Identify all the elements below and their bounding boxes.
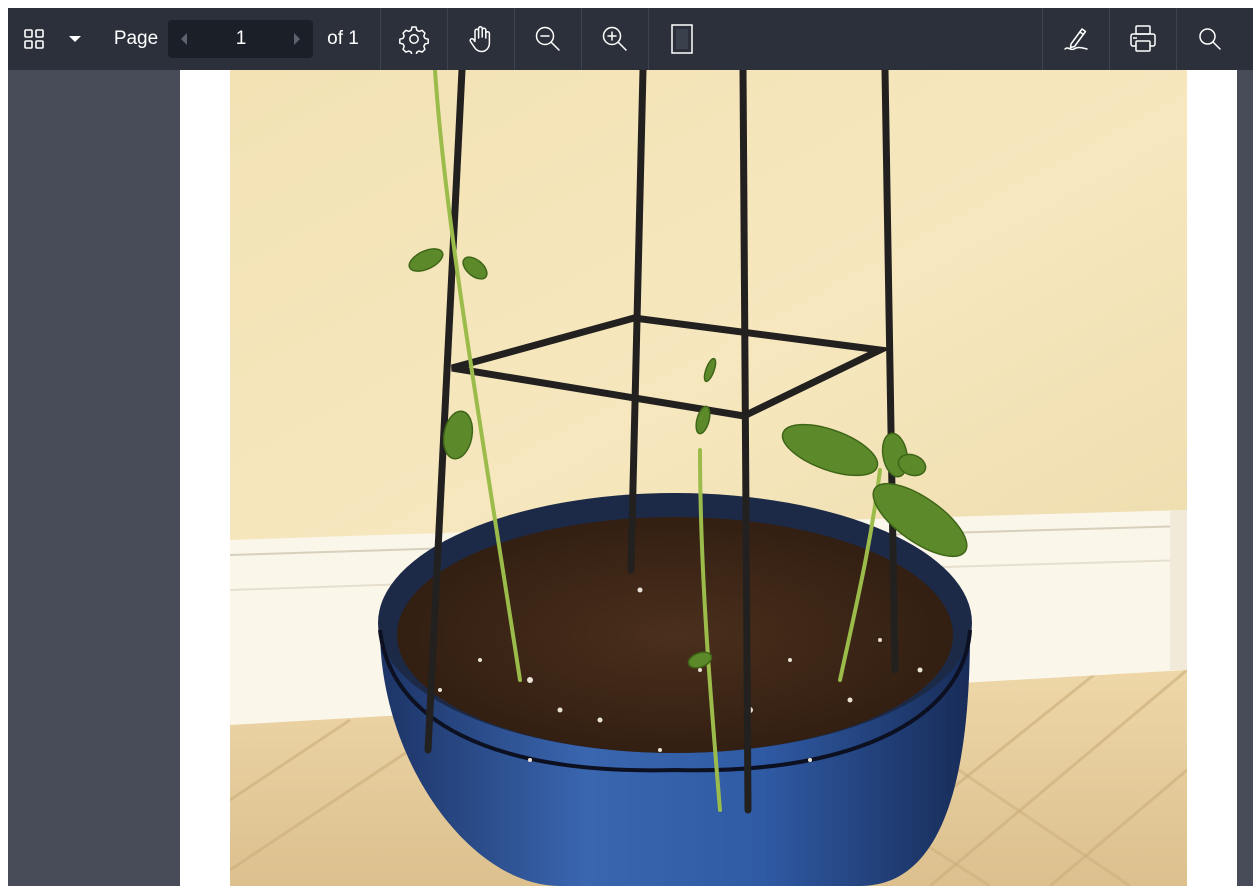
fit-page-icon xyxy=(667,23,697,55)
view-mode-dropdown-button[interactable] xyxy=(62,8,88,70)
page-number-input[interactable] xyxy=(208,24,274,54)
document-photo xyxy=(230,70,1187,886)
thumbnails-grid-button[interactable] xyxy=(14,8,54,70)
prev-page-icon xyxy=(179,32,189,46)
prev-page-button[interactable] xyxy=(168,20,200,58)
vertical-scrollbar[interactable] xyxy=(1244,70,1253,886)
zoom-in-icon xyxy=(600,24,630,54)
page-count-label: of 1 xyxy=(327,28,359,49)
hand-pan-icon xyxy=(466,24,496,54)
search-icon xyxy=(1196,25,1224,53)
zoom-in-button[interactable] xyxy=(582,8,648,70)
caret-down-icon xyxy=(68,34,82,44)
pdf-viewer: Page of 1 xyxy=(8,8,1253,886)
sign-button[interactable] xyxy=(1043,8,1109,70)
page-navigator xyxy=(168,20,313,58)
print-button[interactable] xyxy=(1110,8,1176,70)
thumbnails-grid-icon xyxy=(23,28,45,50)
settings-gear-icon xyxy=(399,24,429,54)
pan-tool-button[interactable] xyxy=(448,8,514,70)
toolbar: Page of 1 xyxy=(8,8,1253,70)
zoom-out-icon xyxy=(533,24,563,54)
fit-page-button[interactable] xyxy=(649,8,715,70)
zoom-out-button[interactable] xyxy=(515,8,581,70)
settings-button[interactable] xyxy=(381,8,447,70)
next-page-icon xyxy=(292,32,302,46)
document-page xyxy=(180,70,1237,886)
search-button[interactable] xyxy=(1177,8,1243,70)
next-page-button[interactable] xyxy=(281,20,313,58)
page-label: Page xyxy=(113,28,159,49)
print-icon xyxy=(1127,23,1159,55)
pen-sign-icon xyxy=(1060,23,1092,55)
